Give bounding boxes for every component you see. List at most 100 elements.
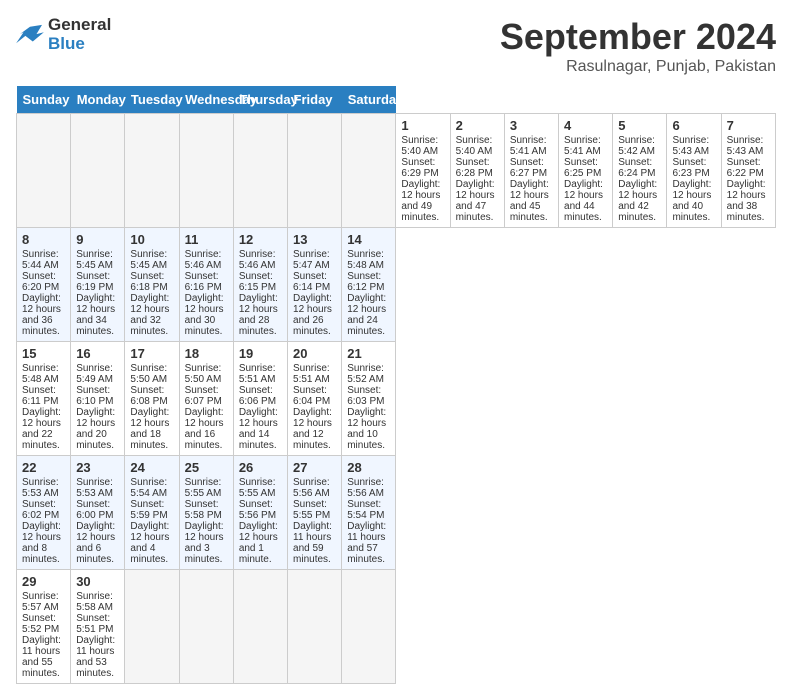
calendar-cell: 16Sunrise: 5:49 AMSunset: 6:10 PMDayligh… [71,342,125,456]
sunrise-text: Sunrise: 5:58 AM [76,591,113,613]
day-number: 8 [22,232,65,247]
daylight-text: Daylight: 12 hours and 40 minutes. [672,179,711,223]
calendar-cell: 19Sunrise: 5:51 AMSunset: 6:06 PMDayligh… [233,342,287,456]
calendar-cell-empty [288,570,342,684]
day-number: 11 [185,232,228,247]
day-number: 9 [76,232,119,247]
calendar-cell-empty [288,114,342,228]
sunrise-text: Sunrise: 5:45 AM [130,249,167,271]
sunset-text: Sunset: 6:15 PM [239,271,276,293]
day-number: 7 [727,118,770,133]
day-number: 20 [293,346,336,361]
daylight-text: Daylight: 12 hours and 28 minutes. [239,293,278,337]
logo-bird-icon [16,23,44,47]
sunrise-text: Sunrise: 5:46 AM [239,249,276,271]
daylight-text: Daylight: 12 hours and 30 minutes. [185,293,224,337]
sunset-text: Sunset: 6:25 PM [564,157,601,179]
day-number: 17 [130,346,173,361]
sunset-text: Sunset: 6:04 PM [293,385,330,407]
day-number: 29 [22,574,65,589]
calendar-cell: 22Sunrise: 5:53 AMSunset: 6:02 PMDayligh… [17,456,71,570]
sunrise-text: Sunrise: 5:50 AM [130,363,167,385]
sunset-text: Sunset: 6:16 PM [185,271,222,293]
sunrise-text: Sunrise: 5:57 AM [22,591,59,613]
calendar-table: SundayMondayTuesdayWednesdayThursdayFrid… [16,86,776,684]
day-number: 23 [76,460,119,475]
sunset-text: Sunset: 6:20 PM [22,271,59,293]
calendar-cell: 9 Sunrise: 5:45 AMSunset: 6:19 PMDaylight… [71,228,125,342]
calendar-cell: 6 Sunrise: 5:43 AMSunset: 6:23 PMDaylight… [667,114,721,228]
day-number: 25 [185,460,228,475]
calendar-cell-empty [342,570,396,684]
sunset-text: Sunset: 6:11 PM [22,385,59,407]
calendar-cell: 20Sunrise: 5:51 AMSunset: 6:04 PMDayligh… [288,342,342,456]
sunset-text: Sunset: 6:27 PM [510,157,547,179]
calendar-cell: 7Sunrise: 5:43 AMSunset: 6:22 PMDaylight… [721,114,775,228]
daylight-text: Daylight: 12 hours and 44 minutes. [564,179,603,223]
day-number: 6 [672,118,715,133]
calendar-cell-empty [71,114,125,228]
daylight-text: Daylight: 12 hours and 20 minutes. [76,407,115,451]
day-number: 28 [347,460,390,475]
daylight-text: Daylight: 12 hours and 45 minutes. [510,179,549,223]
calendar-cell: 23Sunrise: 5:53 AMSunset: 6:00 PMDayligh… [71,456,125,570]
daylight-text: Daylight: 12 hours and 34 minutes. [76,293,115,337]
sunset-text: Sunset: 5:58 PM [185,499,222,521]
calendar-cell-empty [125,570,179,684]
sunset-text: Sunset: 6:29 PM [401,157,438,179]
daylight-text: Daylight: 12 hours and 14 minutes. [239,407,278,451]
calendar-cell: 14Sunrise: 5:48 AMSunset: 6:12 PMDayligh… [342,228,396,342]
daylight-text: Daylight: 12 hours and 42 minutes. [618,179,657,223]
sunrise-text: Sunrise: 5:45 AM [76,249,113,271]
calendar-cell: 25Sunrise: 5:55 AMSunset: 5:58 PMDayligh… [179,456,233,570]
sunset-text: Sunset: 5:51 PM [76,613,113,635]
daylight-text: Daylight: 12 hours and 10 minutes. [347,407,386,451]
sunrise-text: Sunrise: 5:51 AM [239,363,276,385]
calendar-cell-empty [179,570,233,684]
header: General Blue September 2024 Rasulnagar, … [16,16,776,76]
calendar-week-row: 1Sunrise: 5:40 AMSunset: 6:29 PMDaylight… [17,114,776,228]
calendar-cell: 1Sunrise: 5:40 AMSunset: 6:29 PMDaylight… [396,114,450,228]
sunset-text: Sunset: 5:54 PM [347,499,384,521]
day-number: 5 [618,118,661,133]
daylight-text: Daylight: 12 hours and 18 minutes. [130,407,169,451]
calendar-cell-empty [233,114,287,228]
sunrise-text: Sunrise: 5:50 AM [185,363,222,385]
daylight-text: Daylight: 11 hours and 59 minutes. [293,521,332,565]
header-cell-wednesday: Wednesday [179,86,233,114]
header-cell-tuesday: Tuesday [125,86,179,114]
sunrise-text: Sunrise: 5:40 AM [456,135,493,157]
day-number: 30 [76,574,119,589]
day-number: 26 [239,460,282,475]
sunrise-text: Sunrise: 5:44 AM [22,249,59,271]
calendar-cell: 4Sunrise: 5:41 AMSunset: 6:25 PMDaylight… [559,114,613,228]
calendar-cell-empty [179,114,233,228]
daylight-text: Daylight: 12 hours and 49 minutes. [401,179,440,223]
calendar-week-row: 8 Sunrise: 5:44 AMSunset: 6:20 PM Daylight… [17,228,776,342]
calendar-week-row: 15 Sunrise: 5:48 AMSunset: 6:11 PM Dayligh… [17,342,776,456]
header-cell-thursday: Thursday [233,86,287,114]
day-number: 15 [22,346,65,361]
sunset-text: Sunset: 6:19 PM [76,271,113,293]
day-number: 13 [293,232,336,247]
calendar-cell: 24Sunrise: 5:54 AMSunset: 5:59 PMDayligh… [125,456,179,570]
sunset-text: Sunset: 6:28 PM [456,157,493,179]
sunrise-text: Sunrise: 5:56 AM [347,477,384,499]
sunrise-text: Sunrise: 5:51 AM [293,363,330,385]
sunrise-text: Sunrise: 5:49 AM [76,363,113,385]
day-number: 10 [130,232,173,247]
sunrise-text: Sunrise: 5:48 AM [22,363,59,385]
header-cell-sunday: Sunday [17,86,71,114]
calendar-cell: 8Sunrise: 5:44 AMSunset: 6:20 PMDaylight… [17,228,71,342]
sunrise-text: Sunrise: 5:46 AM [185,249,222,271]
sunrise-text: Sunrise: 5:55 AM [239,477,276,499]
sunrise-text: Sunrise: 5:40 AM [401,135,438,157]
sunrise-text: Sunrise: 5:53 AM [22,477,59,499]
day-number: 3 [510,118,553,133]
sunset-text: Sunset: 6:23 PM [672,157,709,179]
day-number: 2 [456,118,499,133]
sunset-text: Sunset: 6:22 PM [727,157,764,179]
sunrise-text: Sunrise: 5:43 AM [672,135,709,157]
daylight-text: Daylight: 12 hours and 4 minutes. [130,521,169,565]
calendar-cell: 26Sunrise: 5:55 AMSunset: 5:56 PMDayligh… [233,456,287,570]
